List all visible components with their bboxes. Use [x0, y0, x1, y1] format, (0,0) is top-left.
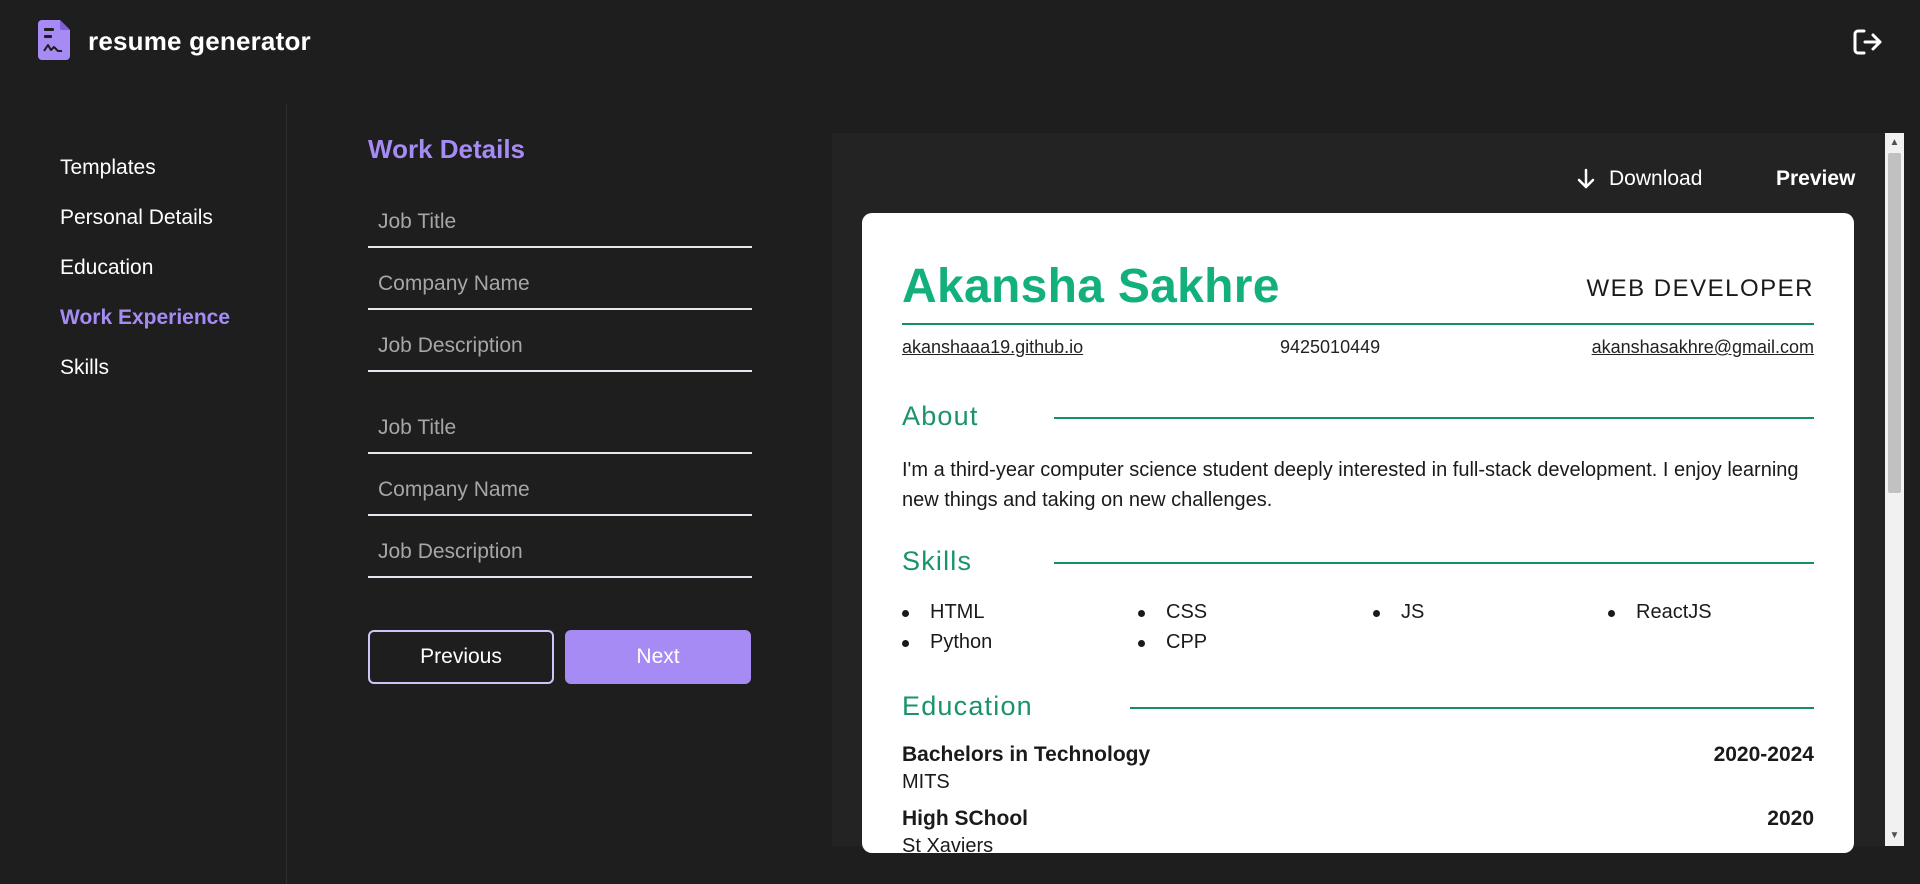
- resume-page: Akansha Sakhre WEB DEVELOPER akanshaaa19…: [862, 213, 1854, 853]
- scroll-down-arrow-icon[interactable]: ▼: [1885, 830, 1904, 842]
- job-title-input-1[interactable]: [368, 198, 752, 248]
- education-year: 2020: [1767, 807, 1814, 830]
- about-heading-line: [1054, 417, 1814, 419]
- scroll-up-arrow-icon[interactable]: ▲: [1885, 137, 1904, 149]
- sidebar-item-education[interactable]: Education: [60, 256, 153, 280]
- app-header: resume generator: [0, 0, 1920, 84]
- education-school: MITS: [902, 771, 950, 793]
- arrow-down-icon: [1577, 168, 1595, 189]
- work-details-title: Work Details: [368, 134, 526, 164]
- logout-icon[interactable]: [1853, 28, 1883, 56]
- company-name-input-1[interactable]: [368, 260, 752, 310]
- sidebar-item-personal-details[interactable]: Personal Details: [60, 206, 213, 230]
- education-heading-line: [1130, 707, 1814, 709]
- skill-item: HTML: [901, 601, 985, 623]
- skill-item: Python: [901, 631, 993, 653]
- education-heading: Education: [902, 691, 1033, 721]
- job-description-input-2[interactable]: [368, 528, 752, 578]
- preview-button[interactable]: Preview: [1776, 164, 1855, 194]
- download-label: Download: [1609, 167, 1703, 190]
- education-degree: Bachelors in Technology: [902, 743, 1151, 766]
- skills-heading: Skills: [902, 546, 973, 576]
- name-divider: [902, 323, 1814, 325]
- download-button[interactable]: Download: [1577, 164, 1702, 194]
- skills-heading-line: [1054, 562, 1814, 564]
- scroll-thumb[interactable]: [1888, 153, 1901, 493]
- skill-item: CPP: [1137, 631, 1208, 653]
- job-description-input-1[interactable]: [368, 322, 752, 372]
- next-button[interactable]: Next: [565, 630, 751, 684]
- resume-website-link[interactable]: akanshaaa19.github.io: [902, 337, 1083, 358]
- sidebar-nav: Templates Personal Details Education Wor…: [0, 104, 287, 884]
- sidebar-item-skills[interactable]: Skills: [60, 356, 109, 380]
- resume-phone: 9425010449: [1280, 337, 1381, 357]
- skill-item: CSS: [1137, 601, 1208, 623]
- about-text: I'm a third-year computer science studen…: [902, 459, 1799, 511]
- resume-role: WEB DEVELOPER: [1586, 275, 1814, 302]
- skill-item: JS: [1372, 601, 1425, 623]
- resume-name: Akansha Sakhre: [902, 260, 1280, 313]
- skill-item: ReactJS: [1608, 601, 1712, 623]
- app-title: resume generator: [88, 26, 311, 56]
- sidebar-item-work-experience[interactable]: Work Experience: [60, 306, 230, 330]
- previous-button[interactable]: Previous: [368, 630, 554, 684]
- resume-document-icon: [38, 20, 70, 60]
- education-degree: High SChool: [902, 807, 1028, 830]
- job-title-input-2[interactable]: [368, 404, 752, 454]
- preview-scrollbar[interactable]: ▲ ▼: [1885, 133, 1904, 846]
- resume-email-link[interactable]: akanshasakhre@gmail.com: [1592, 337, 1814, 358]
- sidebar-item-templates[interactable]: Templates: [60, 156, 156, 180]
- company-name-input-2[interactable]: [368, 466, 752, 516]
- about-heading: About: [902, 401, 979, 431]
- education-year: 2020-2024: [1713, 743, 1814, 766]
- education-school: St Xaviers: [902, 835, 994, 853]
